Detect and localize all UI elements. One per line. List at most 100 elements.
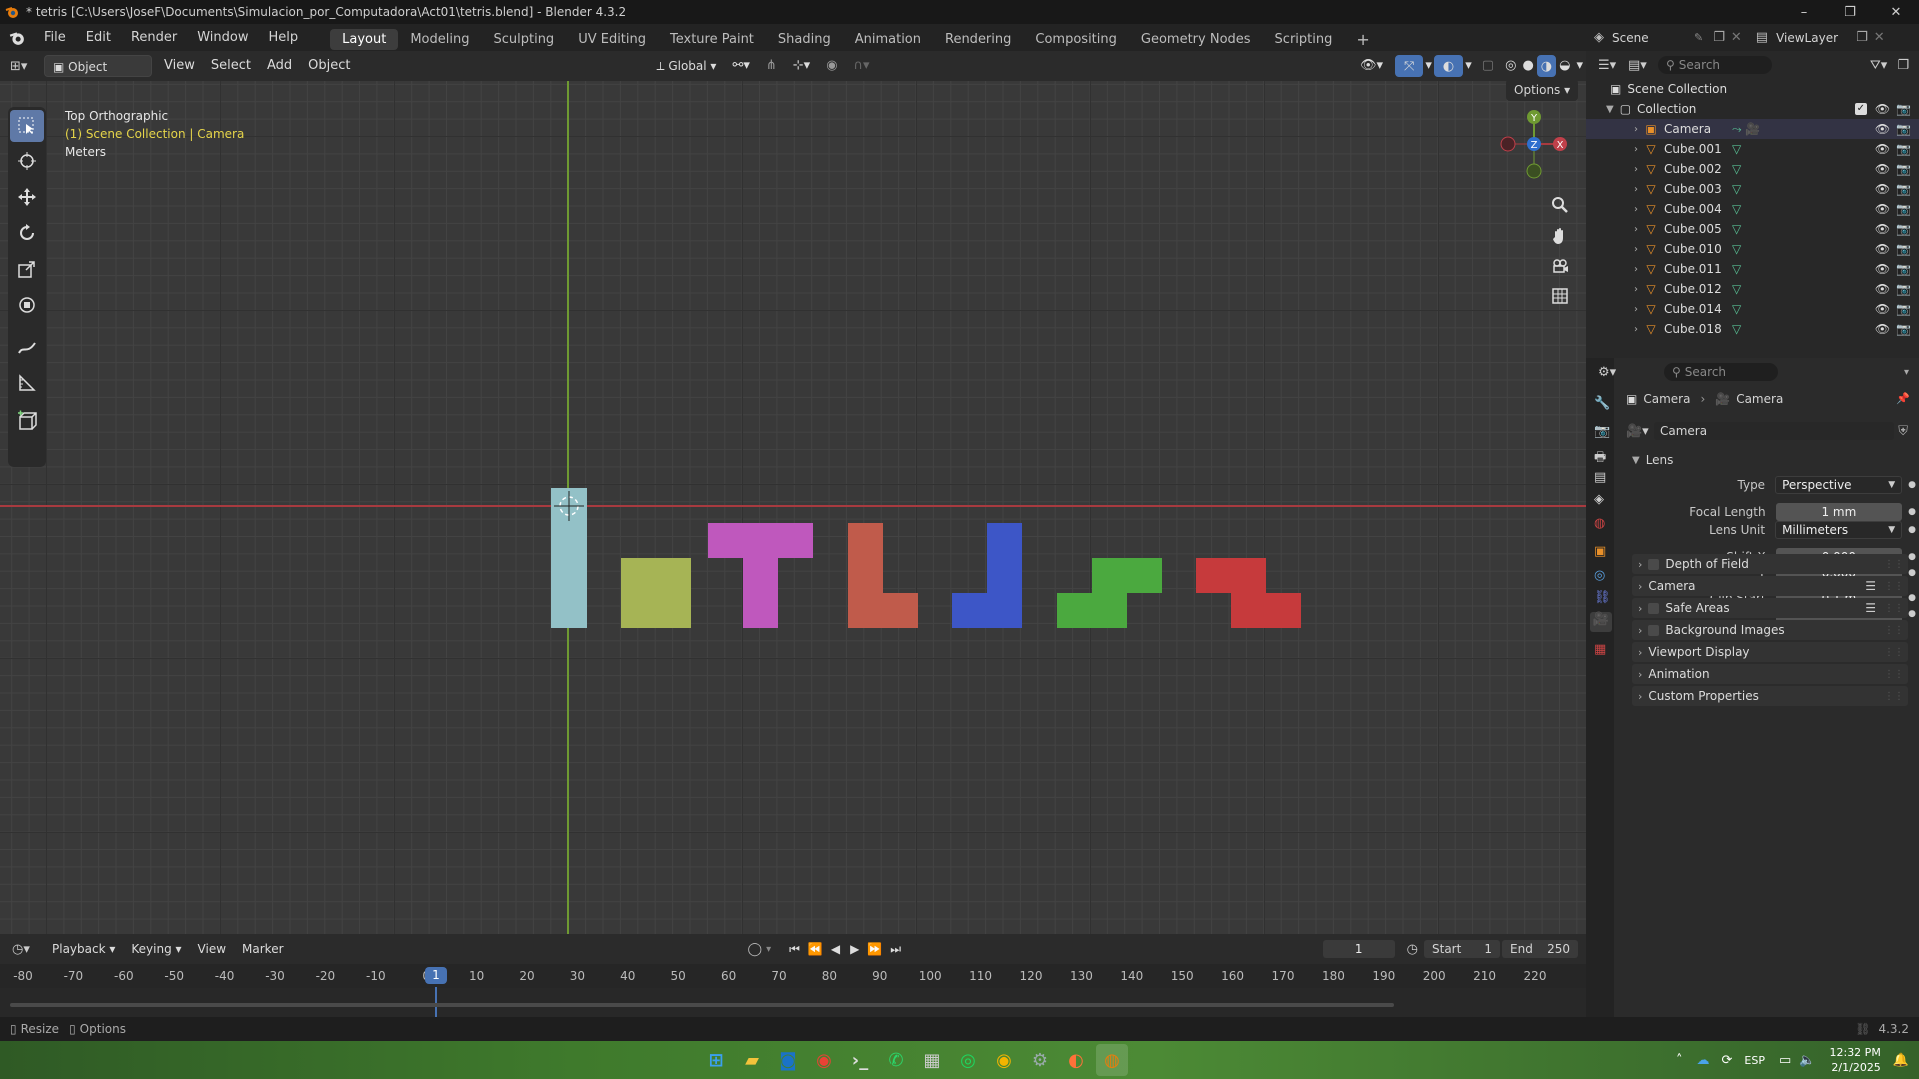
keyframe-dot-icon[interactable]: ● — [1908, 609, 1916, 619]
visibility-icon[interactable]: 👁▾ — [1352, 55, 1391, 77]
item-visibility-icon[interactable]: 👁 — [1875, 262, 1890, 276]
expand-item-icon[interactable]: › — [1634, 144, 1638, 155]
properties-options-icon[interactable]: ▾ — [1904, 367, 1909, 378]
language-indicator[interactable]: ESP — [1744, 1054, 1765, 1067]
mode-selector[interactable]: ▣ Object Mode ▾ — [44, 55, 152, 96]
keyframe-dot-icon[interactable]: ● — [1908, 593, 1916, 603]
expand-item-icon[interactable]: › — [1634, 164, 1638, 175]
drag-handle-icon[interactable]: ⋮⋮ — [1884, 647, 1904, 658]
datablock-name-field[interactable]: Camera — [1654, 422, 1895, 440]
outliner-item[interactable]: › ▽ Cube.018 ▽ 👁 📷 — [1586, 319, 1919, 339]
panel-header[interactable]: › Background Images ⋮⋮ — [1632, 620, 1908, 640]
pan-hand-icon[interactable] — [1546, 222, 1574, 250]
tab-scene-icon[interactable]: ◈ — [1594, 492, 1604, 507]
outliner-item[interactable]: › ▽ Cube.001 ▽ 👁 📷 — [1586, 139, 1919, 159]
perspective-toggle-icon[interactable] — [1546, 282, 1574, 310]
j-piece[interactable] — [952, 523, 1022, 628]
lens-select[interactable]: Millimeters ▼ — [1775, 521, 1903, 539]
outliner-item[interactable]: › ▽ Cube.012 ▽ 👁 📷 — [1586, 279, 1919, 299]
lens-number-field[interactable]: 1 mm — [1775, 503, 1903, 521]
lens-select[interactable]: Perspective ▼ — [1775, 476, 1903, 494]
item-visibility-icon[interactable]: 👁 — [1875, 122, 1890, 136]
end-frame-field[interactable]: End 250 — [1502, 940, 1578, 958]
item-render-icon[interactable]: 📷 — [1896, 122, 1911, 136]
item-visibility-icon[interactable]: 👁 — [1875, 142, 1890, 156]
delete-view-layer-icon[interactable]: ✕ — [1874, 30, 1885, 45]
overlay-dropdown-icon[interactable]: ▾ — [1463, 55, 1474, 77]
drag-handle-icon[interactable]: ⋮⋮ — [1884, 625, 1904, 636]
outliner-item[interactable]: › ▽ Cube.002 ▽ 👁 📷 — [1586, 159, 1919, 179]
item-visibility-icon[interactable]: 👁 — [1875, 162, 1890, 176]
panel-header[interactable]: › Custom Properties ⋮⋮ — [1632, 686, 1908, 706]
drag-handle-icon[interactable]: ⋮⋮ — [1884, 603, 1904, 614]
current-frame-field[interactable]: 1 — [1322, 940, 1395, 958]
playhead-frame-badge[interactable]: 1 — [425, 967, 447, 984]
datablock-selector[interactable]: 🎥▾ Camera ⛨ — [1626, 421, 1908, 441]
panel-checkbox[interactable] — [1648, 624, 1660, 636]
display-mode-icon[interactable]: ▤▾ — [1628, 58, 1658, 73]
menu-marker[interactable]: Marker — [234, 938, 291, 960]
item-render-icon[interactable]: 📷 — [1896, 162, 1911, 176]
expand-item-icon[interactable]: › — [1634, 204, 1638, 215]
outliner-item[interactable]: › ▽ Cube.010 ▽ 👁 📷 — [1586, 239, 1919, 259]
tray-overflow-icon[interactable]: ˄ — [1676, 1053, 1683, 1068]
solid-shading-icon[interactable]: ● — [1519, 55, 1536, 77]
keyframe-dot-icon[interactable]: ● — [1908, 568, 1916, 578]
tab-render-icon[interactable]: 📷 — [1594, 424, 1610, 439]
item-visibility-icon[interactable]: 👁 — [1875, 182, 1890, 196]
menu-timeline-view[interactable]: View — [190, 938, 234, 960]
s-piece[interactable] — [1057, 558, 1162, 628]
panel-header[interactable]: › Depth of Field ⋮⋮ — [1632, 554, 1908, 574]
play-reverse-icon[interactable]: ◀ — [831, 942, 840, 956]
tab-modeling[interactable]: Modeling — [398, 29, 481, 50]
item-render-icon[interactable]: 📷 — [1896, 182, 1911, 196]
file-explorer-icon[interactable]: ▰ — [736, 1044, 768, 1076]
keyframe-dot-icon[interactable]: ● — [1908, 525, 1916, 535]
tab-view-layer-icon[interactable]: ▤ — [1594, 470, 1606, 485]
panel-checkbox[interactable] — [1648, 558, 1660, 570]
windows-start-icon[interactable]: ⊞ — [700, 1044, 732, 1076]
notifications-icon[interactable]: 🔔 — [1893, 1053, 1909, 1068]
panel-checkbox[interactable] — [1648, 602, 1660, 614]
tab-shading[interactable]: Shading — [766, 29, 843, 50]
outliner-item[interactable]: › ▽ Cube.005 ▽ 👁 📷 — [1586, 219, 1919, 239]
whatsapp-icon[interactable]: ✆ — [880, 1044, 912, 1076]
outliner-item[interactable]: › ▣ Camera ⤳ 🎥 👁 📷 — [1586, 119, 1919, 139]
gizmo-toggle-icon[interactable]: ⤧ — [1394, 55, 1424, 77]
tab-output-icon[interactable]: 🖶 — [1594, 448, 1606, 470]
panel-header[interactable]: › Safe Areas ☰ ⋮⋮ — [1632, 598, 1908, 618]
outliner-scene-collection[interactable]: ▣ Scene Collection — [1586, 79, 1919, 99]
expand-item-icon[interactable]: › — [1634, 284, 1638, 295]
blender-icon[interactable]: ◍ — [1096, 1044, 1128, 1076]
menu-edit[interactable]: Edit — [76, 24, 121, 51]
display-icon[interactable]: ▭ — [1779, 1053, 1791, 1068]
expand-collection-icon[interactable]: ▼ — [1606, 104, 1614, 115]
expand-item-icon[interactable]: › — [1634, 124, 1638, 135]
panel-header[interactable]: › Animation ⋮⋮ — [1632, 664, 1908, 684]
item-render-icon[interactable]: 📷 — [1896, 242, 1911, 256]
navigation-gizmo[interactable]: Y X Z — [1490, 103, 1570, 183]
tab-world-icon[interactable]: ◍ — [1594, 516, 1605, 531]
shading-dropdown-icon[interactable]: ▾ — [1573, 55, 1586, 77]
rendered-shading-icon[interactable]: ◒ — [1556, 55, 1573, 77]
presets-icon[interactable]: ☰ — [1865, 579, 1876, 593]
tab-compositing[interactable]: Compositing — [1023, 29, 1129, 50]
t-piece[interactable] — [708, 523, 813, 628]
transform-orientation-selector[interactable]: ⟂ Global ▾ — [648, 55, 724, 77]
properties-search-field[interactable]: ⚲ Search — [1664, 363, 1778, 381]
volume-icon[interactable]: 🔈 — [1799, 1053, 1815, 1068]
tab-sculpting[interactable]: Sculpting — [481, 29, 566, 50]
pin-properties-icon[interactable]: 📌 — [1896, 392, 1910, 405]
collection-visibility-icon[interactable]: 👁 — [1875, 102, 1890, 116]
delete-scene-icon[interactable]: ✕ — [1731, 30, 1742, 45]
maximize-button[interactable]: ❐ — [1827, 5, 1873, 20]
spotify-icon[interactable]: ◎ — [952, 1044, 984, 1076]
filter-icon[interactable]: ⛛▾ — [1870, 58, 1887, 73]
jump-prev-keyframe-icon[interactable]: ⏪ — [808, 942, 823, 956]
falloff-icon[interactable]: ∩▾ — [846, 55, 878, 77]
outliner-editor-type-icon[interactable]: ☰▾ — [1598, 58, 1628, 73]
editor-type-icon[interactable]: ⊞▾ — [10, 59, 38, 74]
pivot-point-icon[interactable]: ⚯▾ — [724, 55, 757, 77]
preview-range-icon[interactable]: ◷ — [1407, 942, 1418, 957]
menu-select[interactable]: Select — [203, 55, 259, 77]
